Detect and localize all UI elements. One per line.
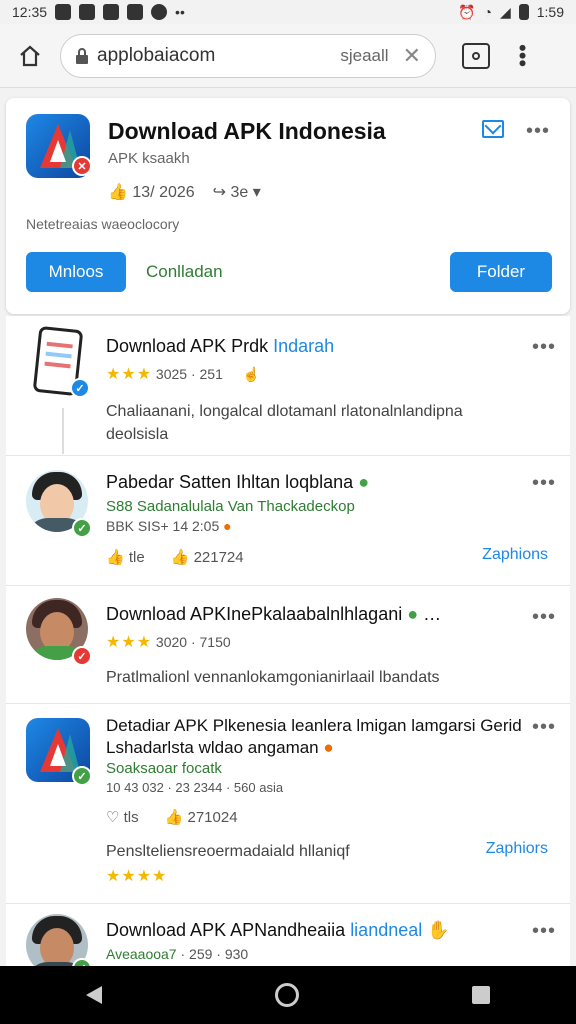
item-meta: 10 43 032 · 23 2344 · 560 asia bbox=[106, 780, 284, 795]
back-icon[interactable] bbox=[86, 986, 103, 1004]
feed-list: ✓ Download APK Prdk Indarah ★★★ 3025 · 2… bbox=[6, 316, 570, 966]
verified-badge-icon: ✓ bbox=[72, 766, 92, 786]
item-meta: BBK SIS+ 14 2:05 ● bbox=[106, 518, 232, 534]
item-meta: Aveaaooa7 · 259 · 930 bbox=[106, 946, 249, 962]
rating-stars: ★★★★ bbox=[106, 868, 168, 885]
item-meta: ★★★ 3025 · 251 ☝ bbox=[106, 366, 261, 383]
verified-badge-icon: ✓ bbox=[72, 958, 92, 966]
item-body: Pratlmalionl vennanlokamgonianirlaail lb… bbox=[106, 669, 440, 686]
item-title-line2: Lshadarlsta wldao angaman ● bbox=[106, 738, 334, 757]
hero-description: Netetreaias waeoclocory bbox=[26, 216, 180, 232]
wifi-icon: ◔ bbox=[483, 4, 492, 20]
emoji-icon: ● bbox=[407, 604, 419, 624]
battery-icon bbox=[518, 4, 529, 20]
more-options-icon[interactable]: ••• bbox=[532, 921, 556, 941]
list-item[interactable]: ✓ Pabedar Satten Ihltan loqblana ● S88 S… bbox=[6, 456, 570, 586]
status-bar: 12:35 •• ⏰ ◔ ◢ 1:59 bbox=[0, 0, 576, 24]
folder-button[interactable]: Folder bbox=[450, 252, 552, 292]
list-item[interactable]: ✓ Download APK APNandheaiia liandneal ✋ … bbox=[6, 904, 570, 966]
list-item[interactable]: ✓ Download APK Prdk Indarah ★★★ 3025 · 2… bbox=[6, 316, 570, 456]
hero-card: ✕ Download APK Indonesia APK ksaakh 👍 13… bbox=[6, 98, 570, 314]
reaction-count[interactable]: 👍 221724 bbox=[171, 548, 244, 566]
download-link[interactable]: Conlladan bbox=[146, 262, 223, 282]
rating-stars-row: ★★★★ bbox=[106, 866, 167, 886]
tabs-button[interactable] bbox=[462, 42, 490, 69]
item-title: Download APKInePkalaabalnlhlagani ● … bbox=[106, 604, 442, 624]
item-meta-green: Soaksaoar focatk bbox=[106, 760, 222, 777]
like-button[interactable]: 👍 tle bbox=[106, 548, 145, 566]
item-title: Detadiar APK Plkenesia leanlera lmigan l… bbox=[106, 716, 522, 735]
menu-button[interactable]: ••• bbox=[510, 44, 535, 67]
url-field[interactable]: applobaiacom sjeaall ✕ bbox=[60, 33, 436, 78]
like-button[interactable]: ♡ tls bbox=[106, 808, 139, 826]
browser-toolbar: applobaiacom sjeaall ✕ ••• bbox=[0, 24, 576, 88]
notification-icon bbox=[55, 4, 72, 20]
system-nav-bar bbox=[0, 966, 576, 1024]
page-subtitle: APK ksaakh bbox=[108, 150, 190, 167]
notification-icon bbox=[127, 4, 144, 20]
more-notifications-icon: •• bbox=[175, 4, 185, 20]
status-time-left: 12:35 bbox=[12, 4, 48, 20]
lock-icon bbox=[76, 47, 88, 64]
hero-stats: 👍 13/ 2026 ↪ 3e ▾ bbox=[108, 182, 261, 202]
notification-icon bbox=[103, 4, 120, 20]
like-stat[interactable]: 👍 13/ 2026 bbox=[108, 182, 195, 202]
status-badge-icon: ✓ bbox=[72, 646, 92, 666]
list-item[interactable]: ✓ Download APKInePkalaabalnlhlagani ● … … bbox=[6, 586, 570, 704]
home-circle-icon[interactable] bbox=[274, 983, 299, 1007]
hand-icon: ☝ bbox=[242, 366, 261, 382]
list-item[interactable]: ✓ Detadiar APK Plkenesia leanlera lmigan… bbox=[6, 704, 570, 904]
notification-icon bbox=[79, 4, 96, 20]
close-icon[interactable]: ✕ bbox=[403, 43, 421, 69]
more-options-icon[interactable]: ••• bbox=[532, 717, 556, 737]
more-options-icon[interactable]: ••• bbox=[532, 473, 556, 493]
alarm-icon: ⏰ bbox=[458, 3, 476, 20]
options-link[interactable]: Zaphiors bbox=[486, 840, 548, 858]
more-options-icon[interactable]: ••• bbox=[532, 337, 556, 357]
emoji-icon: ● bbox=[223, 518, 232, 534]
verified-badge-icon: ✓ bbox=[70, 378, 90, 398]
mail-icon[interactable] bbox=[482, 120, 504, 138]
reaction-count[interactable]: 👍 271024 bbox=[165, 808, 238, 826]
status-time-right: 1:59 bbox=[536, 4, 564, 20]
item-title: Download APK Prdk Indarah bbox=[106, 336, 335, 356]
emoji-icon: ● bbox=[323, 738, 334, 757]
primary-button[interactable]: Mnloos bbox=[26, 252, 126, 292]
options-link[interactable]: Zaphions bbox=[482, 546, 548, 564]
hand-icon: ✋ bbox=[427, 920, 450, 940]
page-title: Download APK Indonesia bbox=[108, 118, 386, 144]
home-icon bbox=[20, 45, 40, 66]
tabs-icon bbox=[472, 51, 480, 60]
rating-stars: ★★★ bbox=[106, 366, 153, 383]
rating-stars: ★★★ bbox=[106, 634, 153, 651]
close-badge-icon: ✕ bbox=[72, 156, 92, 176]
item-actions: 👍 tle 👍 221724 bbox=[106, 548, 244, 566]
url-hint: sjeaall bbox=[340, 45, 389, 65]
emoji-icon: ● bbox=[358, 472, 370, 492]
recent-apps-icon[interactable] bbox=[471, 986, 490, 1004]
more-options-icon[interactable]: ••• bbox=[526, 121, 550, 141]
thread-line bbox=[62, 408, 64, 454]
item-meta: ★★★ 3020 · 7150 bbox=[106, 634, 231, 651]
url-text: applobaiacom bbox=[97, 44, 216, 66]
more-options-icon[interactable]: ••• bbox=[532, 607, 556, 627]
verified-badge-icon: ✓ bbox=[72, 518, 92, 538]
item-body: Penslteliensreoermadaiald hllaniqf bbox=[106, 843, 350, 860]
home-button[interactable] bbox=[0, 24, 60, 88]
item-title: Pabedar Satten Ihltan loqblana ● bbox=[106, 472, 370, 492]
item-body: Chaliaanani, longalcal dlotamanl rlatona… bbox=[106, 403, 463, 443]
share-stat[interactable]: ↪ 3e ▾ bbox=[213, 182, 261, 202]
signal-icon: ◢ bbox=[499, 3, 511, 20]
item-meta-green: S88 Sadanalulala Van Thackadeckop bbox=[106, 498, 355, 515]
notification-icon bbox=[151, 4, 168, 20]
item-title: Download APK APNandheaiia liandneal ✋ bbox=[106, 920, 450, 940]
item-actions: ♡ tls 👍 271024 bbox=[106, 808, 238, 826]
